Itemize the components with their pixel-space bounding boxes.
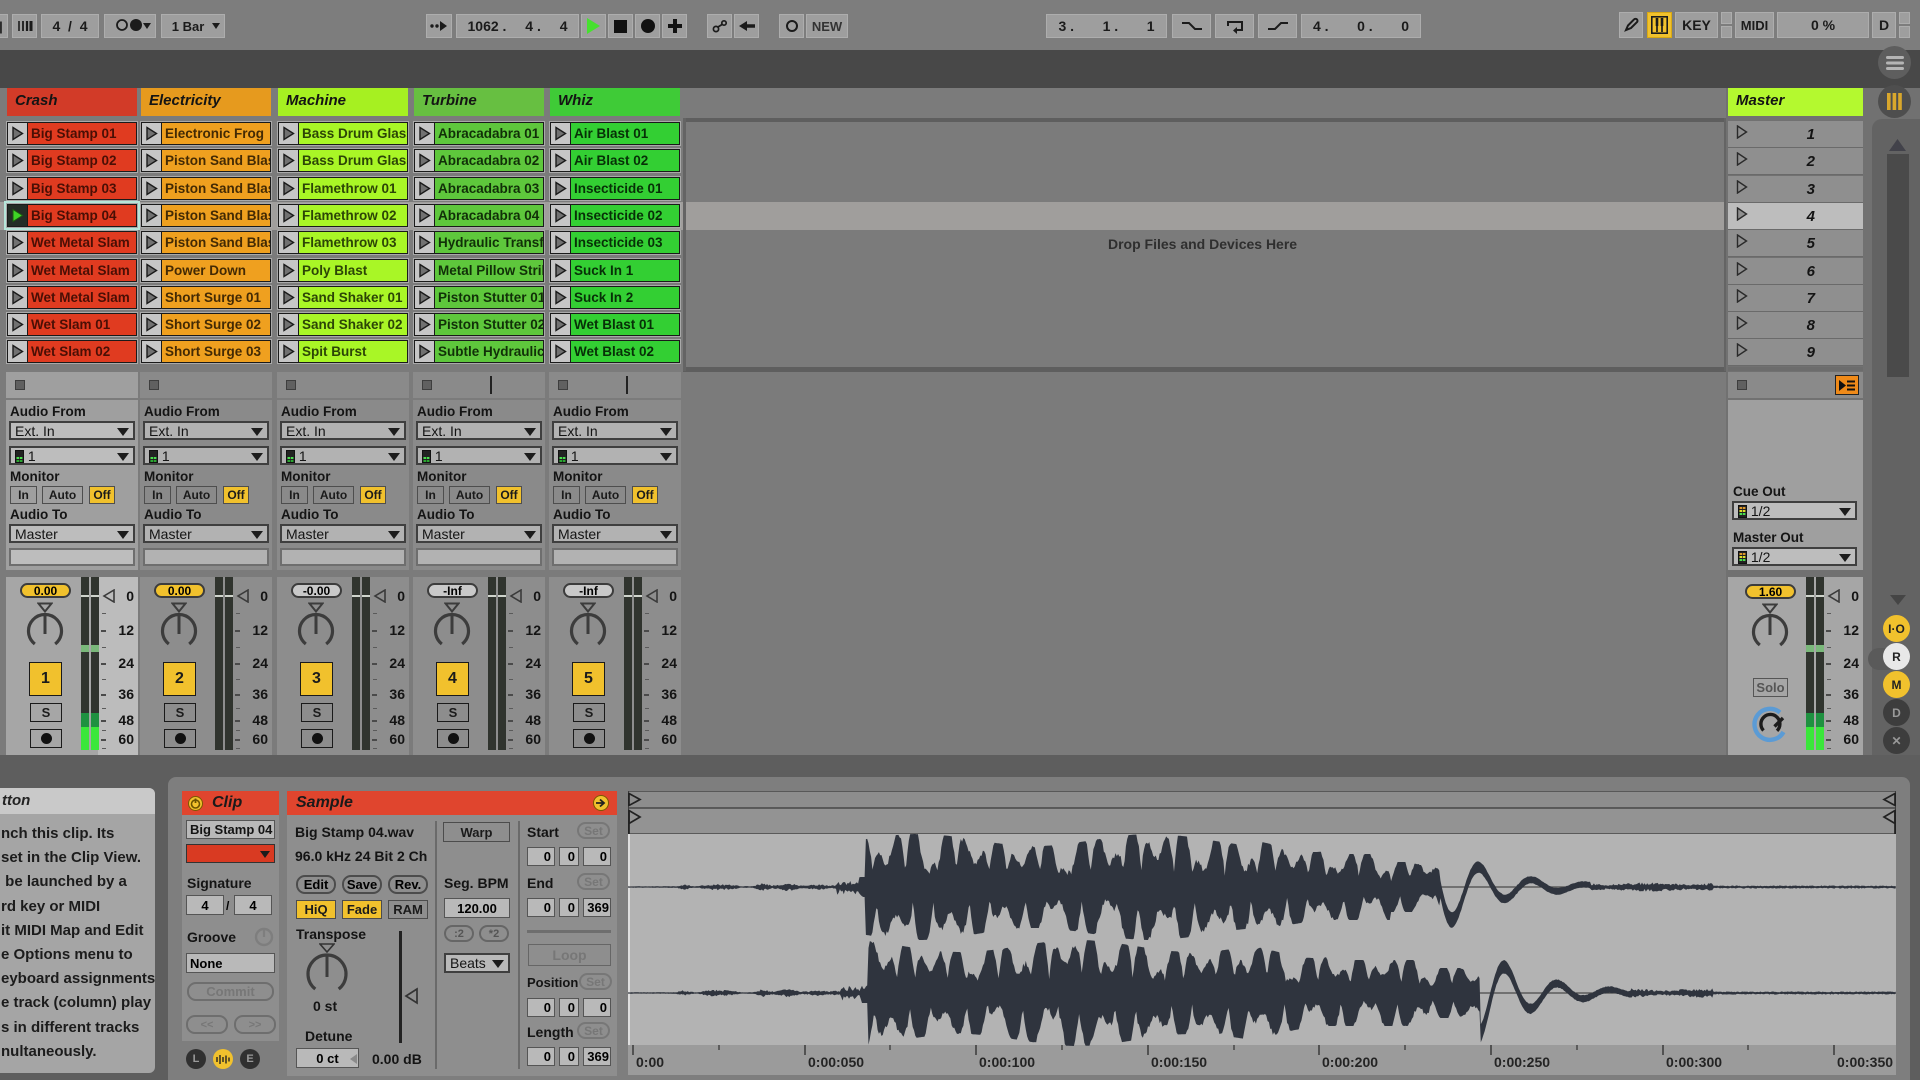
svg-text:0:00:250: 0:00:250 bbox=[1494, 1054, 1550, 1070]
svg-text:0:00:200: 0:00:200 bbox=[1322, 1054, 1378, 1070]
svg-text:0:00:100: 0:00:100 bbox=[979, 1054, 1035, 1070]
svg-text:0:00:350: 0:00:350 bbox=[1837, 1054, 1893, 1070]
svg-text:0:00:050: 0:00:050 bbox=[808, 1054, 864, 1070]
svg-text:0:00: 0:00 bbox=[636, 1054, 664, 1070]
svg-text:0:00:150: 0:00:150 bbox=[1151, 1054, 1207, 1070]
svg-text:0:00:300: 0:00:300 bbox=[1666, 1054, 1722, 1070]
